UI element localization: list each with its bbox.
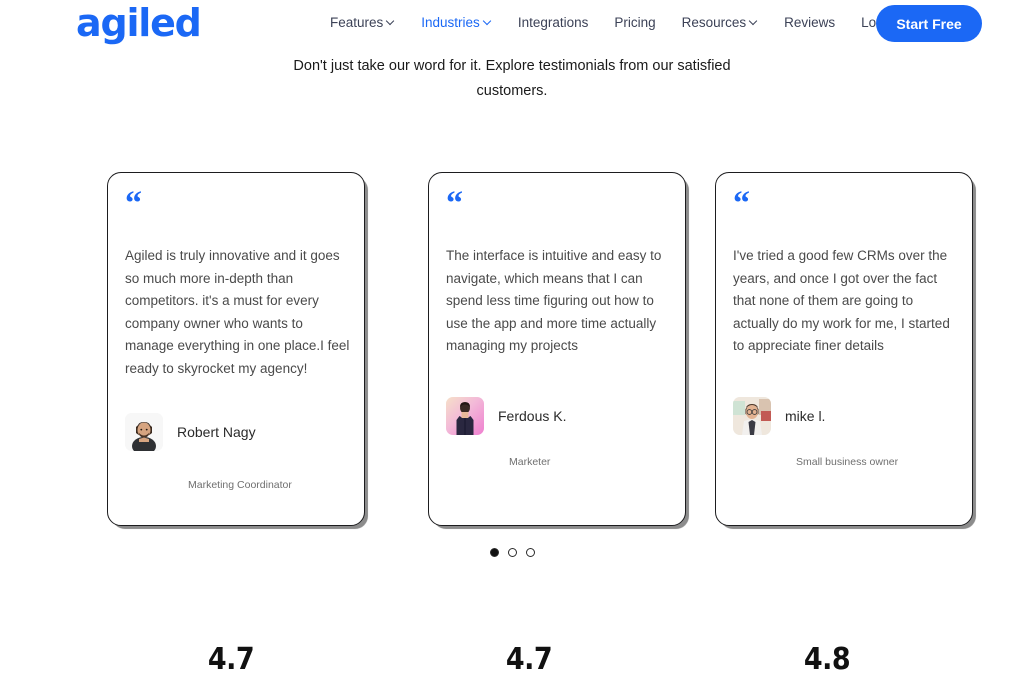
carousel-dot-2[interactable] bbox=[507, 548, 517, 557]
nav-item-pricing[interactable]: Pricing bbox=[614, 14, 655, 32]
main-navigation: Features Industries Integrations Pricing… bbox=[330, 14, 894, 32]
carousel-dot-1[interactable] bbox=[489, 548, 499, 557]
nav-item-features[interactable]: Features bbox=[330, 14, 395, 32]
chevron-down-icon bbox=[387, 17, 395, 25]
chevron-down-icon bbox=[484, 17, 492, 25]
nav-item-label: Resources bbox=[681, 15, 747, 30]
carousel-dot-3[interactable] bbox=[525, 548, 535, 557]
nav-item-label: Pricing bbox=[614, 15, 656, 30]
quote-icon: “ bbox=[733, 185, 750, 222]
quote-icon: “ bbox=[125, 185, 142, 222]
nav-item-resources[interactable]: Resources bbox=[682, 14, 759, 32]
testimonial-card[interactable]: “ Agiled is truly innovative and it goes… bbox=[107, 172, 365, 526]
testimonial-card[interactable]: “ I've tried a good few CRMs over the ye… bbox=[715, 172, 973, 526]
nav-item-industries[interactable]: Industries bbox=[421, 14, 492, 32]
quote-icon: “ bbox=[446, 185, 463, 222]
site-header: agiled Features Industries Integrations … bbox=[0, 0, 1024, 47]
author-role: Marketer bbox=[509, 456, 551, 468]
avatar bbox=[446, 397, 484, 435]
nav-item-label: Features bbox=[330, 15, 384, 30]
rating-value: 4.7 bbox=[207, 642, 255, 677]
ratings-row: 4.7 4.7 4.8 bbox=[0, 640, 1024, 690]
carousel-dots bbox=[0, 548, 1024, 557]
avatar bbox=[733, 397, 771, 435]
author-role: Small business owner bbox=[796, 456, 899, 468]
testimonial-author: mike l. bbox=[733, 397, 825, 435]
testimonial-carousel: “ Agiled is truly innovative and it goes… bbox=[0, 172, 1024, 532]
nav-item-integrations[interactable]: Integrations bbox=[518, 14, 589, 32]
agiled-logo[interactable]: agiled bbox=[76, 2, 202, 44]
nav-item-label: Industries bbox=[421, 15, 480, 30]
author-name: Ferdous K. bbox=[498, 408, 567, 424]
chevron-down-icon bbox=[750, 17, 758, 25]
author-role: Marketing Coordinator bbox=[188, 479, 292, 491]
testimonial-card[interactable]: “ The interface is intuitive and easy to… bbox=[428, 172, 686, 526]
avatar bbox=[125, 413, 163, 451]
nav-item-reviews[interactable]: Reviews bbox=[784, 14, 835, 32]
testimonial-quote: Agiled is truly innovative and it goes s… bbox=[125, 248, 350, 376]
nav-item-label: Integrations bbox=[517, 15, 589, 30]
nav-item-label: Reviews bbox=[784, 15, 836, 30]
rating-value: 4.8 bbox=[803, 642, 851, 677]
section-subtitle: Don't just take our word for it. Explore… bbox=[293, 58, 731, 99]
testimonial-author: Robert Nagy bbox=[125, 413, 256, 451]
author-name: Robert Nagy bbox=[177, 424, 256, 440]
start-free-button[interactable]: Start Free bbox=[876, 5, 982, 42]
rating-value: 4.7 bbox=[505, 642, 553, 677]
testimonial-author: Ferdous K. bbox=[446, 397, 566, 435]
author-name: mike l. bbox=[785, 408, 826, 424]
testimonial-quote: The interface is intuitive and easy to n… bbox=[446, 248, 662, 354]
testimonial-quote: I've tried a good few CRMs over the year… bbox=[733, 248, 950, 354]
